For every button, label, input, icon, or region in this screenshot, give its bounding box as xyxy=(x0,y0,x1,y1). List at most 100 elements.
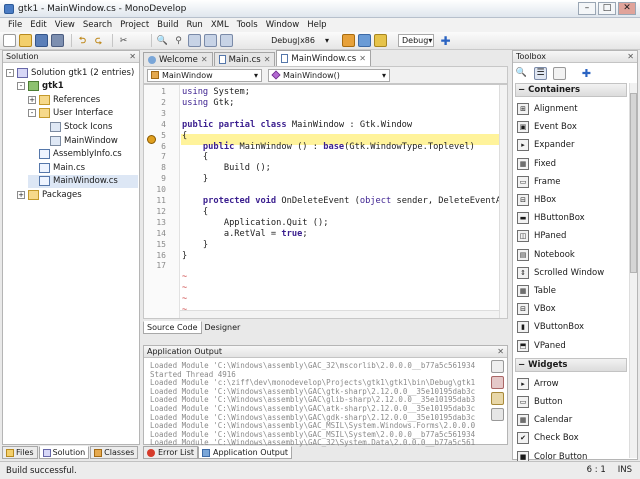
menu-window[interactable]: Window xyxy=(262,20,304,30)
redo-icon[interactable]: ⮎ xyxy=(92,34,105,47)
toolbox-item-vbox[interactable]: ⊟ VBox xyxy=(517,301,556,317)
toolbox-item-hbox[interactable]: ⊟ HBox xyxy=(517,192,556,208)
member-combo[interactable]: MainWindow() ▾ xyxy=(268,68,390,82)
tree-item[interactable]: + Packages xyxy=(17,188,82,201)
maximize-button[interactable]: □ xyxy=(598,2,616,15)
tree-item[interactable]: - gtk1 xyxy=(17,80,64,93)
menu-edit[interactable]: Edit xyxy=(26,20,50,30)
close-icon[interactable]: ✕ xyxy=(129,52,139,61)
collapse-icon[interactable]: - xyxy=(28,109,36,118)
toolbox-item-calendar[interactable]: ▦ Calendar xyxy=(517,412,572,428)
menu-tools[interactable]: Tools xyxy=(233,20,262,30)
bookmark-prev-icon[interactable] xyxy=(220,34,233,47)
scrollbar-thumb[interactable] xyxy=(630,93,637,273)
close-icon[interactable]: ✕ xyxy=(497,347,507,356)
menu-build[interactable]: Build xyxy=(153,20,182,30)
toolbox-item-hbuttonbox[interactable]: ▬ HButtonBox xyxy=(517,210,585,226)
rebuild-icon[interactable] xyxy=(358,34,371,47)
menu-help[interactable]: Help xyxy=(303,20,330,30)
tab-classes[interactable]: Classes xyxy=(90,446,139,459)
toolbox-item-event-box[interactable]: ▣ Event Box xyxy=(517,119,577,135)
build-icon[interactable] xyxy=(342,34,355,47)
tab-error-list[interactable]: Error List xyxy=(143,446,199,459)
tree-item[interactable]: MainWindow xyxy=(39,134,118,147)
run-icon[interactable] xyxy=(374,34,387,47)
find-icon[interactable]: 🔍 xyxy=(156,34,169,47)
toolbox-item-expander[interactable]: ▸ Expander xyxy=(517,137,575,153)
wrap-icon[interactable] xyxy=(491,408,504,421)
tab-solution[interactable]: Solution xyxy=(38,446,90,459)
toolbox-item-notebook[interactable]: ▤ Notebook xyxy=(517,247,575,263)
tree-item[interactable]: AssemblyInfo.cs xyxy=(28,148,122,161)
undo-icon[interactable]: ⮌ xyxy=(76,34,89,47)
search-icon[interactable]: 🔍 xyxy=(515,67,528,80)
class-combo[interactable]: MainWindow ▾ xyxy=(147,68,262,82)
add-icon[interactable]: ✚ xyxy=(439,34,452,48)
bookmark-next-icon[interactable] xyxy=(204,34,217,47)
toolbox-item-button[interactable]: ▭ Button xyxy=(517,394,562,410)
tab-welcome[interactable]: Welcome ✕ xyxy=(143,52,213,66)
close-icon[interactable]: ✕ xyxy=(359,54,366,63)
toolbox-item-vbuttonbox[interactable]: ▮ VButtonBox xyxy=(517,319,584,335)
toolbox-section-containers[interactable]: − Containers xyxy=(515,83,627,97)
minimize-button[interactable]: – xyxy=(578,2,596,15)
scroll-lock-icon[interactable] xyxy=(491,392,504,405)
bookmark-icon[interactable] xyxy=(188,34,201,47)
menu-search[interactable]: Search xyxy=(79,20,116,30)
editor-vertical-scrollbar[interactable] xyxy=(499,85,507,318)
menu-run[interactable]: Run xyxy=(183,20,207,30)
toolbox-item-hpaned[interactable]: ◫ HPaned xyxy=(517,228,566,244)
build-target-combo[interactable]: Debug ▾ xyxy=(398,34,434,47)
tab-application-output[interactable]: Application Output xyxy=(198,446,293,459)
menu-file[interactable]: File xyxy=(4,20,26,30)
toolbox-item-table[interactable]: ▦ Table xyxy=(517,283,556,299)
tab-main-cs[interactable]: Main.cs ✕ xyxy=(213,52,276,66)
chevron-down-icon: ▾ xyxy=(381,70,386,80)
save-all-icon[interactable] xyxy=(51,34,64,47)
editor-horizontal-scrollbar[interactable] xyxy=(180,310,499,318)
tree-item[interactable]: MainWindow.cs xyxy=(28,174,138,188)
menu-project[interactable]: Project xyxy=(116,20,153,30)
tab-source-code[interactable]: Source Code xyxy=(143,321,202,334)
clear-output-icon[interactable] xyxy=(491,360,504,373)
toolbox-section-widgets[interactable]: − Widgets xyxy=(515,357,627,372)
toolbox-scrollbar[interactable] xyxy=(629,83,637,458)
tree-item[interactable]: Stock Icons xyxy=(39,120,112,133)
collapse-icon[interactable]: - xyxy=(6,68,14,77)
close-icon[interactable]: ✕ xyxy=(627,52,637,61)
tree-item[interactable]: + References xyxy=(28,93,100,106)
toolbox-item-frame[interactable]: ▭ Frame xyxy=(517,174,560,190)
list-view-icon[interactable]: ☰ xyxy=(534,66,547,80)
tab-mainwindow-cs[interactable]: MainWindow.cs ✕ xyxy=(276,50,371,66)
close-icon[interactable]: ✕ xyxy=(201,55,208,64)
tab-designer[interactable]: Designer xyxy=(202,321,244,334)
tree-item[interactable]: Main.cs xyxy=(28,161,85,174)
toolbox-item-arrow[interactable]: ▸ Arrow xyxy=(517,376,559,392)
toolbox-item-vpaned[interactable]: ⬒ VPaned xyxy=(517,338,566,354)
save-icon[interactable] xyxy=(35,34,48,47)
add-icon[interactable]: ✚ xyxy=(580,67,593,80)
breakpoint-marker-icon[interactable] xyxy=(147,135,156,144)
menu-view[interactable]: View xyxy=(51,20,79,30)
code-editor[interactable]: 1 2 3 4 5 6 7 8 9 10 11 12 13 14 15 16 17 using System; u… xyxy=(143,84,508,319)
toolbox-item-fixed[interactable]: ▦ Fixed xyxy=(517,156,556,172)
menu-xml[interactable]: XML xyxy=(207,20,233,30)
new-file-icon[interactable] xyxy=(3,34,16,47)
tree-item[interactable]: - Solution gtk1 (2 entries) xyxy=(6,66,134,79)
tree-item[interactable]: - User Interface xyxy=(28,107,113,120)
toolbox-item-alignment[interactable]: ⊞ Alignment xyxy=(517,101,578,117)
cut-icon[interactable]: ✂ xyxy=(117,34,130,47)
close-icon[interactable]: ✕ xyxy=(264,55,271,64)
stop-icon[interactable] xyxy=(491,376,504,389)
configuration-combo[interactable]: Debug|x86 ▾ xyxy=(244,34,332,47)
tab-files[interactable]: Files xyxy=(2,446,38,459)
toolbox-item-scrolled-window[interactable]: ⇕ Scrolled Window xyxy=(517,265,604,281)
find-in-files-icon[interactable]: ⚲ xyxy=(172,34,185,47)
open-folder-icon[interactable] xyxy=(19,34,32,47)
expand-icon[interactable]: + xyxy=(28,95,36,104)
expand-icon[interactable]: + xyxy=(17,190,25,199)
toolbox-item-check-box[interactable]: ✔ Check Box xyxy=(517,430,579,446)
collapse-icon[interactable]: - xyxy=(17,82,25,91)
close-window-button[interactable]: ✕ xyxy=(618,2,636,15)
category-view-icon[interactable] xyxy=(553,66,566,80)
